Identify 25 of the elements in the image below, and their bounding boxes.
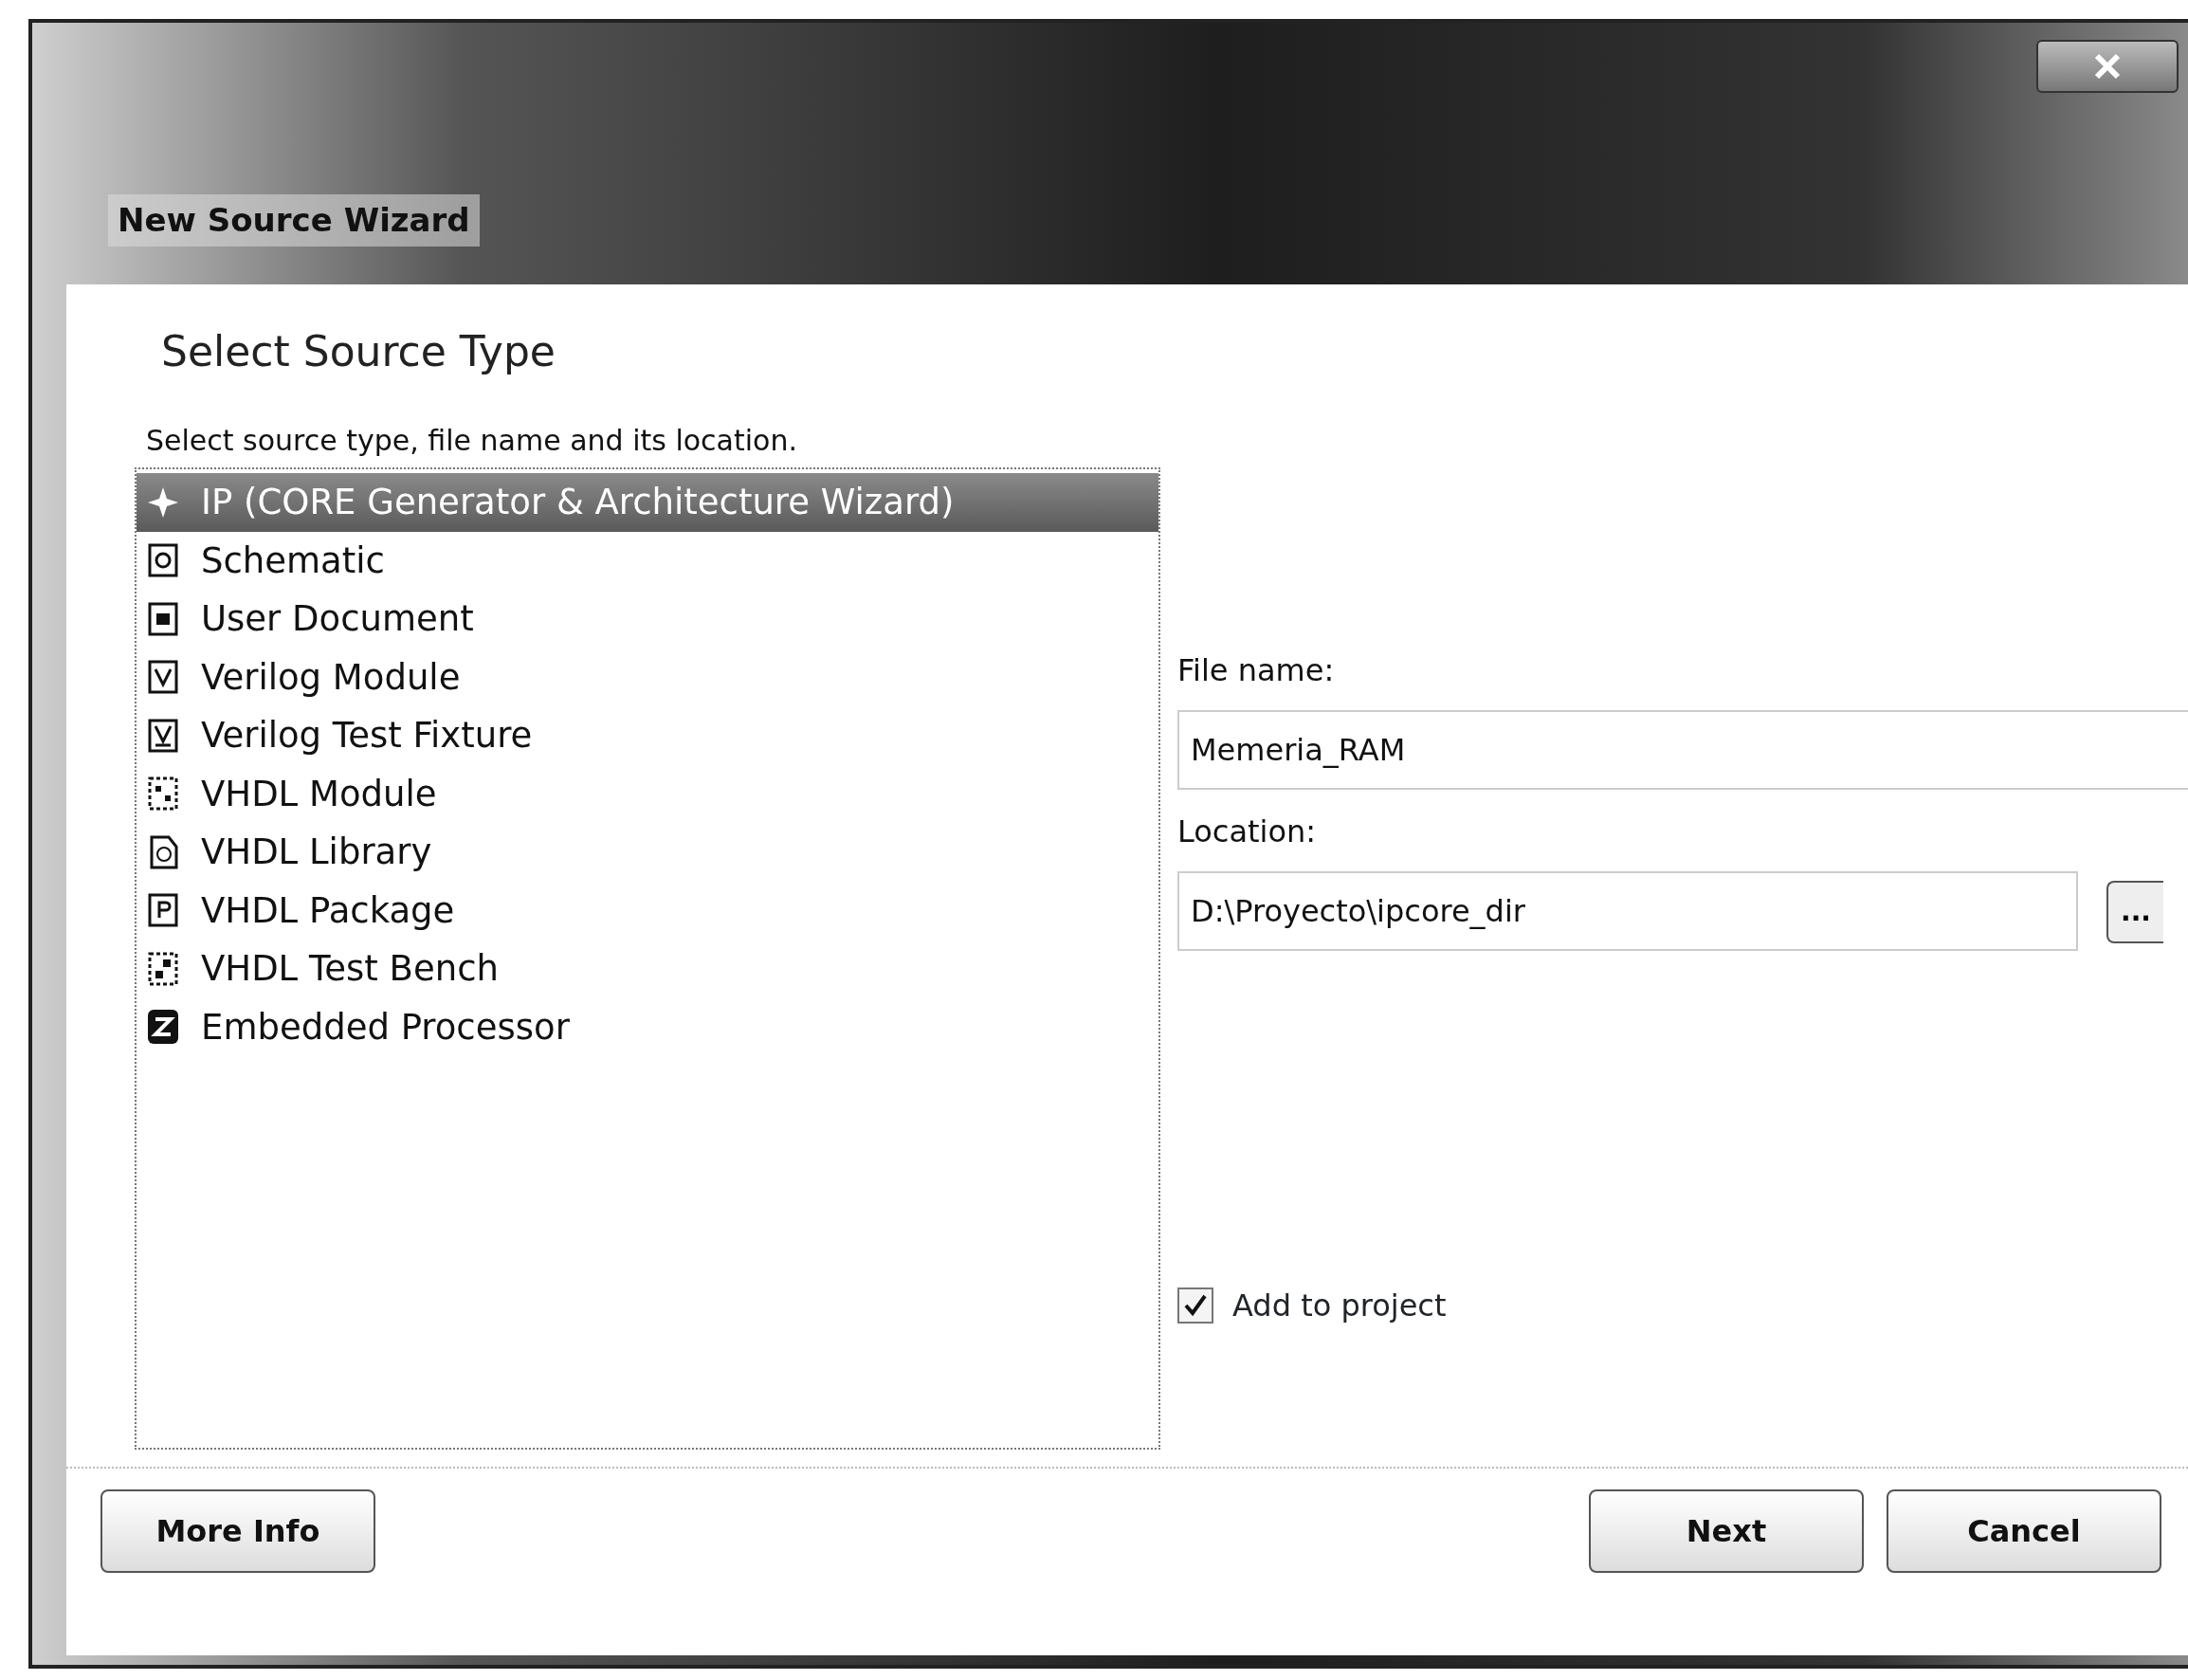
list-item[interactable]: Embedded Processor (137, 997, 1158, 1056)
page-heading: Select Source Type (161, 326, 556, 377)
location-field[interactable]: D:\Proyecto\ipcore_dir (1177, 871, 2078, 951)
window-title: New Source Wizard (108, 194, 480, 247)
checkbox[interactable] (1177, 1287, 1213, 1324)
field-label: File name: (1177, 652, 1335, 688)
field-label: Location: (1177, 813, 1317, 849)
list-item[interactable]: User Document (137, 590, 1158, 648)
list-item[interactable]: VHDL Package (137, 881, 1158, 940)
list-item[interactable]: VHDL Test Bench (137, 940, 1158, 998)
checkbox-label: Add to project (1232, 1287, 1447, 1325)
list-item[interactable]: Schematic (137, 531, 1158, 590)
close-button[interactable] (2036, 40, 2179, 93)
browse-button[interactable]: ... (2106, 881, 2163, 943)
list-item[interactable]: IP (CORE Generator & Architecture Wizard) (137, 473, 1158, 532)
cancel-button[interactable]: Cancel (1887, 1489, 2161, 1573)
list-item[interactable]: VHDL Module (137, 764, 1158, 823)
instruction-text: Select source type, file name and its location. (146, 423, 798, 459)
list-item[interactable]: VHDL Library (137, 823, 1158, 882)
file-name-field[interactable]: Memeria_RAM (1177, 710, 2188, 790)
list-item[interactable]: Verilog Test Fixture (137, 706, 1158, 765)
close-icon (2093, 52, 2122, 81)
list-item[interactable]: Verilog Module (137, 648, 1158, 706)
more-info-button[interactable]: More Info (100, 1489, 375, 1573)
next-button[interactable]: Next (1589, 1489, 1864, 1573)
